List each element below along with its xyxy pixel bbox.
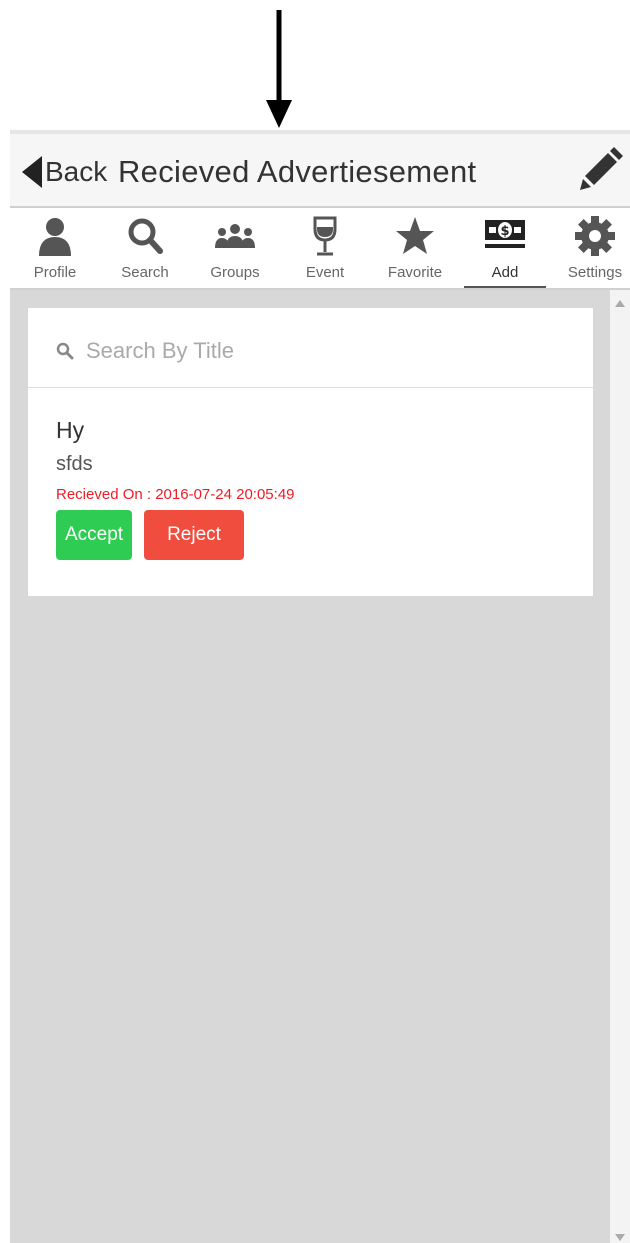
star-icon xyxy=(396,217,434,254)
nav-item-settings[interactable]: Settings xyxy=(552,208,630,288)
scroll-up-arrow-icon[interactable] xyxy=(615,300,625,307)
money-icon: $ xyxy=(485,220,525,248)
search-icon xyxy=(56,342,74,360)
user-icon xyxy=(39,218,71,256)
nav-label: Groups xyxy=(210,264,260,281)
nav-bar: Profile Search Groups Event Favorite $ A… xyxy=(10,208,630,290)
nav-label: Settings xyxy=(567,264,623,281)
scrollbar[interactable] xyxy=(610,290,630,1243)
page-title: Recieved Advertiesement xyxy=(118,154,477,189)
nav-label: Profile xyxy=(33,264,77,281)
nav-item-profile[interactable]: Profile xyxy=(12,208,98,288)
advertisement-title: Hy xyxy=(56,417,85,443)
back-button[interactable]: Back xyxy=(22,154,107,190)
reject-button[interactable]: Reject xyxy=(144,510,244,560)
nav-item-search[interactable]: Search xyxy=(102,208,188,288)
nav-item-groups[interactable]: Groups xyxy=(192,208,278,288)
nav-label: Favorite xyxy=(387,264,443,281)
received-date: Recieved On : 2016-07-24 20:05:49 xyxy=(56,486,295,503)
nav-item-favorite[interactable]: Favorite xyxy=(372,208,458,288)
scroll-down-arrow-icon[interactable] xyxy=(615,1234,625,1241)
nav-label: Add xyxy=(491,264,519,281)
nav-label: Search xyxy=(121,264,169,281)
action-buttons: Accept Reject xyxy=(56,510,576,560)
search-bar xyxy=(28,308,593,388)
nav-label: Event xyxy=(305,264,345,281)
search-input[interactable] xyxy=(84,332,568,370)
gear-icon xyxy=(575,216,615,256)
pencil-icon[interactable] xyxy=(572,146,624,198)
wine-glass-icon xyxy=(313,216,337,256)
annotation-arrow xyxy=(266,10,292,128)
nav-item-event[interactable]: Event xyxy=(282,208,368,288)
back-arrow-icon xyxy=(22,156,42,188)
back-label: Back xyxy=(45,156,108,187)
active-tab-indicator xyxy=(464,286,546,288)
app-window: Back Recieved Advertiesement Profile Sea… xyxy=(10,130,630,1243)
header-bar: Back Recieved Advertiesement xyxy=(10,134,630,208)
groups-icon xyxy=(215,224,255,248)
advertisement-card: Hy sfds Recieved On : 2016-07-24 20:05:4… xyxy=(28,308,593,596)
content-area: Hy sfds Recieved On : 2016-07-24 20:05:4… xyxy=(10,290,610,1243)
search-icon xyxy=(128,218,163,254)
svg-text:$: $ xyxy=(500,224,509,239)
advertisement-description: sfds xyxy=(56,453,93,475)
list-item: Hy sfds Recieved On : 2016-07-24 20:05:4… xyxy=(56,416,576,560)
accept-button[interactable]: Accept xyxy=(56,510,132,560)
nav-item-add[interactable]: $ Add xyxy=(462,208,548,288)
